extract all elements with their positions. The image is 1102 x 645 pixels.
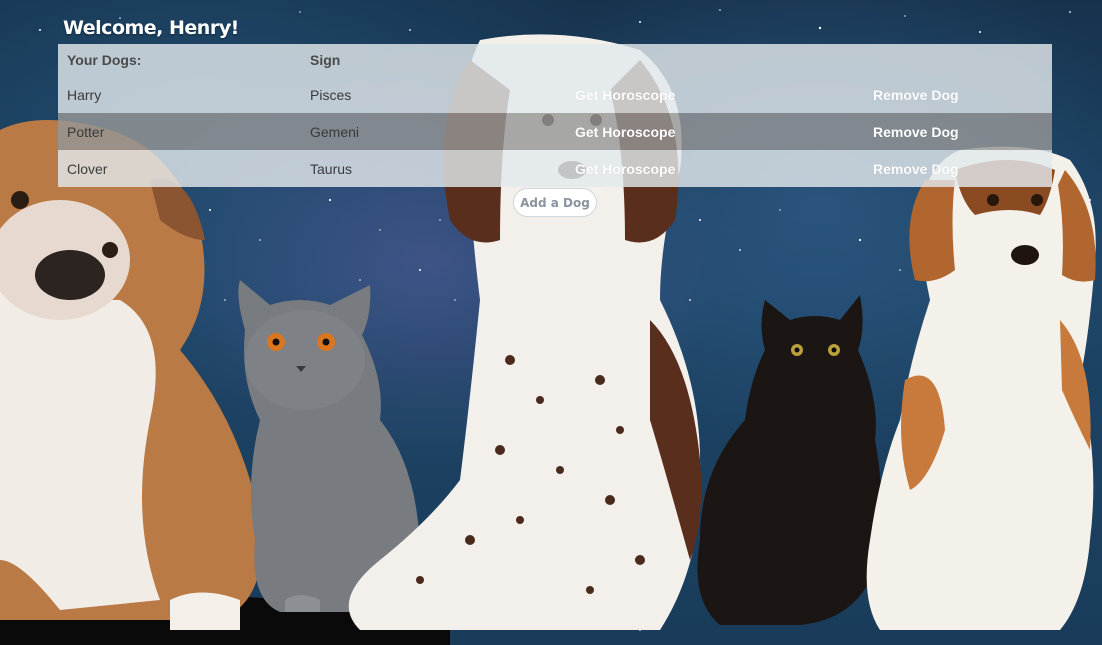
black-cat-figure <box>697 295 882 625</box>
dogs-table: Your Dogs: Sign Harry Pisces Get Horosco… <box>58 44 1052 187</box>
dog-name: Harry <box>67 86 102 103</box>
column-header-sign: Sign <box>310 52 341 68</box>
remove-dog-button[interactable]: Remove Dog <box>873 76 959 113</box>
welcome-heading: Welcome, Henry! <box>63 17 239 39</box>
get-horoscope-button[interactable]: Get Horoscope <box>575 113 675 150</box>
remove-dog-button[interactable]: Remove Dog <box>873 113 959 150</box>
dog-sign: Gemeni <box>310 123 360 140</box>
remove-dog-button[interactable]: Remove Dog <box>873 150 959 187</box>
table-row: Potter Gemeni Get Horoscope Remove Dog <box>58 113 1052 150</box>
table-header-row: Your Dogs: Sign <box>58 44 1052 76</box>
table-row: Harry Pisces Get Horoscope Remove Dog <box>58 76 1052 113</box>
dog-name: Clover <box>67 160 108 177</box>
get-horoscope-button[interactable]: Get Horoscope <box>575 150 675 187</box>
beagle-figure <box>866 146 1096 630</box>
bulldog-figure <box>0 120 262 630</box>
add-dog-button[interactable]: Add a Dog <box>513 188 597 217</box>
dog-sign: Taurus <box>310 160 353 177</box>
get-horoscope-button[interactable]: Get Horoscope <box>575 76 675 113</box>
column-header-dogs: Your Dogs: <box>67 52 142 68</box>
dog-sign: Pisces <box>310 86 352 103</box>
dog-name: Potter <box>67 123 105 140</box>
table-row: Clover Taurus Get Horoscope Remove Dog <box>58 150 1052 187</box>
